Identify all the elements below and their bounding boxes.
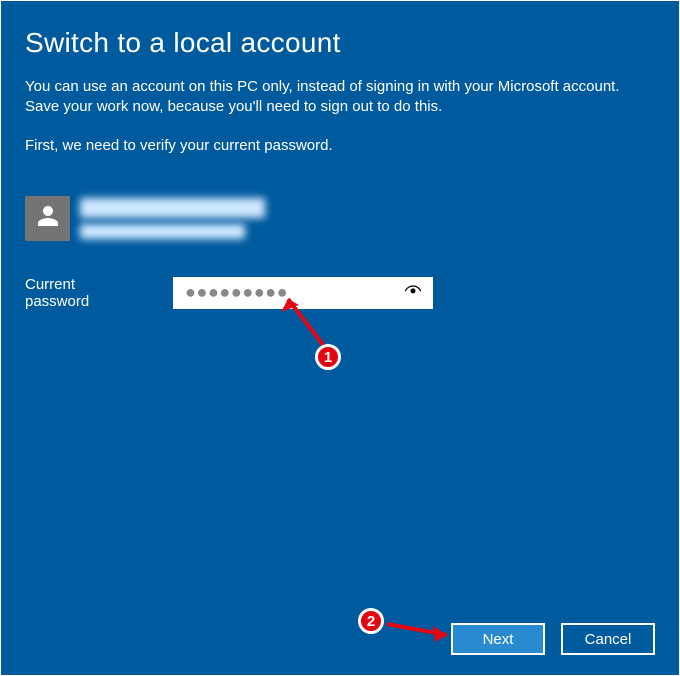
- dialog-panel: Switch to a local account You can use an…: [1, 1, 679, 675]
- person-icon: [36, 204, 60, 233]
- page-title: Switch to a local account: [25, 27, 655, 59]
- description-text: You can use an account on this PC only, …: [25, 77, 655, 118]
- cancel-button[interactable]: Cancel: [561, 623, 655, 655]
- password-field-wrap: [173, 277, 433, 309]
- eye-icon: [403, 280, 423, 305]
- avatar: [25, 196, 70, 241]
- footer-buttons: Next Cancel: [451, 623, 655, 655]
- user-info-row: [25, 196, 655, 241]
- reveal-password-button[interactable]: [401, 281, 425, 305]
- user-text-block: [80, 198, 265, 239]
- verify-text: First, we need to verify your current pa…: [25, 136, 655, 156]
- password-input[interactable]: [173, 277, 433, 309]
- password-row: Current password: [25, 276, 655, 310]
- user-email: [80, 224, 245, 239]
- password-label: Current password: [25, 276, 138, 310]
- user-display-name: [80, 198, 265, 218]
- next-button[interactable]: Next: [451, 623, 545, 655]
